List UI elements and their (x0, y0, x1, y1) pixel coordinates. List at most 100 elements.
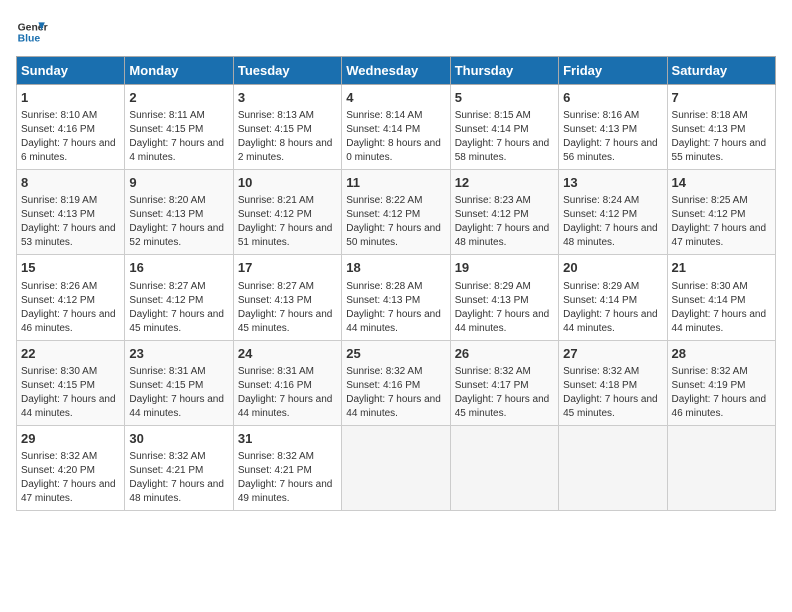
sunrise-text: Sunrise: 8:27 AM (129, 281, 205, 292)
sunset-text: Sunset: 4:12 PM (129, 295, 203, 306)
sunset-text: Sunset: 4:12 PM (346, 209, 420, 220)
calendar-cell: 20Sunrise: 8:29 AMSunset: 4:14 PMDayligh… (559, 255, 667, 340)
calendar-cell: 9Sunrise: 8:20 AMSunset: 4:13 PMDaylight… (125, 170, 233, 255)
calendar-cell: 5Sunrise: 8:15 AMSunset: 4:14 PMDaylight… (450, 85, 558, 170)
calendar-cell: 6Sunrise: 8:16 AMSunset: 4:13 PMDaylight… (559, 85, 667, 170)
daylight-text: Daylight: 7 hours and 44 minutes. (563, 309, 658, 334)
calendar-cell: 27Sunrise: 8:32 AMSunset: 4:18 PMDayligh… (559, 340, 667, 425)
sunset-text: Sunset: 4:13 PM (455, 295, 529, 306)
day-number: 5 (455, 89, 554, 107)
calendar-cell: 10Sunrise: 8:21 AMSunset: 4:12 PMDayligh… (233, 170, 341, 255)
svg-text:Blue: Blue (18, 34, 41, 45)
calendar-cell: 15Sunrise: 8:26 AMSunset: 4:12 PMDayligh… (17, 255, 125, 340)
day-number: 19 (455, 259, 554, 277)
calendar-cell: 4Sunrise: 8:14 AMSunset: 4:14 PMDaylight… (342, 85, 450, 170)
sunrise-text: Sunrise: 8:32 AM (21, 451, 97, 462)
calendar-cell (559, 425, 667, 510)
daylight-text: Daylight: 7 hours and 44 minutes. (672, 309, 767, 334)
sunset-text: Sunset: 4:13 PM (129, 209, 203, 220)
sunset-text: Sunset: 4:15 PM (238, 124, 312, 135)
calendar-cell: 13Sunrise: 8:24 AMSunset: 4:12 PMDayligh… (559, 170, 667, 255)
day-number: 2 (129, 89, 228, 107)
daylight-text: Daylight: 7 hours and 49 minutes. (238, 479, 333, 504)
sunrise-text: Sunrise: 8:26 AM (21, 281, 97, 292)
calendar-cell: 2Sunrise: 8:11 AMSunset: 4:15 PMDaylight… (125, 85, 233, 170)
sunrise-text: Sunrise: 8:29 AM (563, 281, 639, 292)
calendar-cell: 22Sunrise: 8:30 AMSunset: 4:15 PMDayligh… (17, 340, 125, 425)
day-number: 12 (455, 174, 554, 192)
sunrise-text: Sunrise: 8:19 AM (21, 195, 97, 206)
sunrise-text: Sunrise: 8:11 AM (129, 110, 204, 121)
header-tuesday: Tuesday (233, 57, 341, 85)
sunrise-text: Sunrise: 8:32 AM (563, 366, 639, 377)
sunset-text: Sunset: 4:18 PM (563, 380, 637, 391)
day-number: 11 (346, 174, 445, 192)
sunset-text: Sunset: 4:13 PM (21, 209, 95, 220)
day-number: 14 (672, 174, 771, 192)
day-number: 18 (346, 259, 445, 277)
day-number: 8 (21, 174, 120, 192)
calendar-cell: 18Sunrise: 8:28 AMSunset: 4:13 PMDayligh… (342, 255, 450, 340)
sunset-text: Sunset: 4:13 PM (238, 295, 312, 306)
sunrise-text: Sunrise: 8:29 AM (455, 281, 531, 292)
calendar-cell: 11Sunrise: 8:22 AMSunset: 4:12 PMDayligh… (342, 170, 450, 255)
sunrise-text: Sunrise: 8:20 AM (129, 195, 205, 206)
calendar-cell (450, 425, 558, 510)
sunset-text: Sunset: 4:12 PM (21, 295, 95, 306)
header-friday: Friday (559, 57, 667, 85)
calendar-cell: 25Sunrise: 8:32 AMSunset: 4:16 PMDayligh… (342, 340, 450, 425)
calendar-cell: 16Sunrise: 8:27 AMSunset: 4:12 PMDayligh… (125, 255, 233, 340)
daylight-text: Daylight: 7 hours and 44 minutes. (238, 394, 333, 419)
day-number: 7 (672, 89, 771, 107)
calendar-cell: 8Sunrise: 8:19 AMSunset: 4:13 PMDaylight… (17, 170, 125, 255)
daylight-text: Daylight: 7 hours and 48 minutes. (129, 479, 224, 504)
sunrise-text: Sunrise: 8:32 AM (455, 366, 531, 377)
sunset-text: Sunset: 4:19 PM (672, 380, 746, 391)
sunset-text: Sunset: 4:20 PM (21, 465, 95, 476)
sunrise-text: Sunrise: 8:32 AM (672, 366, 748, 377)
day-number: 1 (21, 89, 120, 107)
calendar-week-5: 29Sunrise: 8:32 AMSunset: 4:20 PMDayligh… (17, 425, 776, 510)
sunset-text: Sunset: 4:21 PM (129, 465, 203, 476)
calendar-cell: 12Sunrise: 8:23 AMSunset: 4:12 PMDayligh… (450, 170, 558, 255)
sunrise-text: Sunrise: 8:28 AM (346, 281, 422, 292)
day-number: 16 (129, 259, 228, 277)
day-number: 30 (129, 430, 228, 448)
day-number: 6 (563, 89, 662, 107)
calendar-table: SundayMondayTuesdayWednesdayThursdayFrid… (16, 56, 776, 511)
daylight-text: Daylight: 7 hours and 44 minutes. (129, 394, 224, 419)
sunrise-text: Sunrise: 8:21 AM (238, 195, 314, 206)
calendar-week-4: 22 Sunrise: 8:30 AM Sunset: 4:15 PM Dayligh… (17, 340, 776, 425)
sunrise-text: Sunrise: 8:27 AM (238, 281, 314, 292)
daylight-text: Daylight: 7 hours and 44 minutes. (455, 309, 550, 334)
sunrise-text: Sunrise: 8:30 AM (21, 366, 97, 377)
daylight-text: Daylight: 7 hours and 44 minutes. (346, 394, 441, 419)
sunrise-text: Sunrise: 8:14 AM (346, 110, 422, 121)
day-number: 21 (672, 259, 771, 277)
calendar-cell: 7Sunrise: 8:18 AMSunset: 4:13 PMDaylight… (667, 85, 775, 170)
day-number: 15 (21, 259, 120, 277)
calendar-cell: 30Sunrise: 8:32 AMSunset: 4:21 PMDayligh… (125, 425, 233, 510)
header-thursday: Thursday (450, 57, 558, 85)
daylight-text: Daylight: 7 hours and 4 minutes. (129, 138, 224, 163)
sunset-text: Sunset: 4:14 PM (672, 295, 746, 306)
sunset-text: Sunset: 4:15 PM (21, 380, 95, 391)
sunset-text: Sunset: 4:16 PM (21, 124, 95, 135)
calendar-cell: 24Sunrise: 8:31 AMSunset: 4:16 PMDayligh… (233, 340, 341, 425)
daylight-text: Daylight: 7 hours and 55 minutes. (672, 138, 767, 163)
sunset-text: Sunset: 4:17 PM (455, 380, 529, 391)
daylight-text: Daylight: 7 hours and 48 minutes. (563, 223, 658, 248)
day-number: 9 (129, 174, 228, 192)
page-header: General Blue (16, 16, 776, 48)
daylight-text: Daylight: 8 hours and 0 minutes. (346, 138, 441, 163)
day-number: 27 (563, 345, 662, 363)
sunrise-text: Sunrise: 8:23 AM (455, 195, 531, 206)
day-number: 4 (346, 89, 445, 107)
daylight-text: Daylight: 7 hours and 48 minutes. (455, 223, 550, 248)
day-number: 22 (21, 345, 120, 363)
calendar-cell: 14Sunrise: 8:25 AMSunset: 4:12 PMDayligh… (667, 170, 775, 255)
sunrise-text: Sunrise: 8:32 AM (238, 451, 314, 462)
sunset-text: Sunset: 4:14 PM (563, 295, 637, 306)
day-number: 25 (346, 345, 445, 363)
daylight-text: Daylight: 7 hours and 44 minutes. (346, 309, 441, 334)
